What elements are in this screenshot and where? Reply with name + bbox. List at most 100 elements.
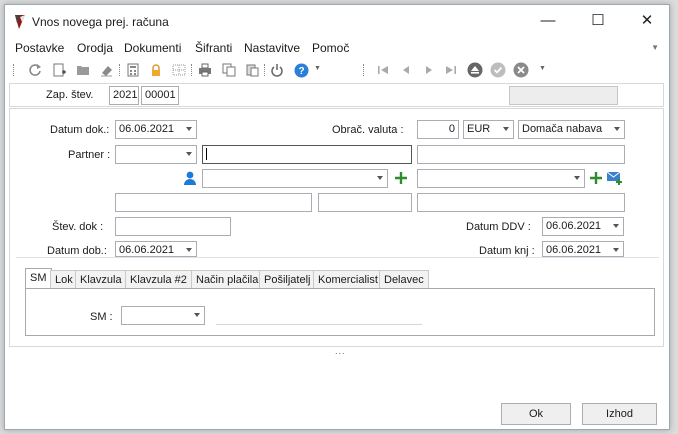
help-glyph: ? — [298, 66, 304, 77]
add-contact-icon[interactable] — [394, 171, 408, 185]
dialog-window: Vnos novega prej. računa — ☐ ✕ Postavke … — [4, 4, 670, 430]
tab-nacin-placila[interactable]: Način plačila — [191, 270, 264, 290]
menu-bar: Postavke Orodja Dokumenti Šifranti Nasta… — [5, 39, 669, 57]
menu-postavke[interactable]: Postavke — [15, 41, 64, 55]
email-add-icon[interactable] — [606, 170, 624, 186]
next-record-icon[interactable] — [421, 62, 437, 78]
partner-address-field[interactable] — [417, 145, 625, 164]
cancel-icon[interactable] — [513, 62, 529, 78]
secondary-select[interactable] — [417, 169, 585, 188]
refresh-icon[interactable] — [27, 62, 43, 78]
menu-dokumenti[interactable]: Dokumenti — [124, 41, 181, 55]
year-field[interactable]: 2021 — [109, 86, 139, 105]
sm-select[interactable] — [121, 306, 205, 325]
datum-dok-field[interactable]: 06.06.2021 — [115, 120, 197, 139]
datum-dok-value: 06.06.2021 — [119, 123, 175, 135]
partner-code-select[interactable] — [115, 145, 197, 164]
chevron-down-icon[interactable] — [186, 127, 192, 131]
tab-sm[interactable]: SM — [25, 268, 52, 290]
person-icon[interactable] — [182, 170, 198, 186]
add-secondary-icon[interactable] — [589, 171, 603, 185]
power-icon[interactable] — [269, 62, 285, 78]
toolbar-dropdown-icon[interactable]: ▼ — [539, 65, 546, 72]
header-panel: Zap. štev. 2021 00001 — [9, 83, 664, 107]
close-button[interactable]: ✕ — [633, 11, 661, 33]
tab-content-sm: SM : — [25, 288, 655, 336]
maximize-button[interactable]: ☐ — [584, 11, 612, 33]
chevron-down-icon[interactable] — [186, 152, 192, 156]
new-document-icon[interactable] — [51, 62, 67, 78]
eject-icon[interactable] — [467, 62, 483, 78]
partner-label: Partner : — [68, 149, 111, 161]
open-folder-icon[interactable] — [75, 62, 91, 78]
menu-overflow-icon[interactable]: ▼ — [651, 43, 659, 52]
datum-ddv-label: Datum DDV : — [466, 221, 531, 233]
rate-field[interactable]: 0 — [417, 120, 459, 139]
datum-ddv-value: 06.06.2021 — [546, 220, 602, 232]
tab-klavzula-2[interactable]: Klavzula #2 — [125, 270, 192, 290]
copy-icon[interactable] — [221, 62, 237, 78]
currency-select[interactable]: EUR — [463, 120, 514, 139]
lock-icon[interactable] — [148, 62, 164, 78]
sm-description-line — [216, 324, 422, 325]
menu-orodja[interactable]: Orodja — [77, 41, 113, 55]
previous-record-icon[interactable] — [398, 62, 414, 78]
chevron-down-icon[interactable] — [613, 224, 619, 228]
nabava-value: Domača nabava — [522, 123, 603, 135]
stev-dok-label: Štev. dok : — [52, 221, 104, 233]
chevron-down-icon[interactable] — [194, 313, 200, 317]
datum-dob-field[interactable]: 06.06.2021 — [115, 241, 197, 257]
title-bar: Vnos novega prej. računa — ☐ ✕ — [5, 5, 669, 37]
print-icon[interactable] — [197, 62, 213, 78]
menu-nastavitve[interactable]: Nastavitve — [244, 41, 300, 55]
ok-button[interactable]: Ok — [501, 403, 571, 425]
number-field[interactable]: 00001 — [141, 86, 179, 105]
tab-klavzula[interactable]: Klavzula — [75, 270, 127, 290]
obrac-valuta-label: Obrač. valuta : — [332, 124, 404, 136]
datum-ddv-field[interactable]: 06.06.2021 — [542, 217, 624, 236]
chevron-down-icon[interactable] — [574, 176, 580, 180]
address-line-field[interactable] — [115, 193, 312, 212]
toolbar-grip — [363, 64, 365, 76]
last-record-icon[interactable] — [443, 62, 459, 78]
menu-sifranti[interactable]: Šifranti — [195, 41, 232, 55]
contact-select[interactable] — [202, 169, 388, 188]
splitter-handle[interactable]: ... — [335, 346, 346, 356]
postal-field[interactable] — [318, 193, 412, 212]
chevron-down-icon[interactable] — [186, 248, 192, 252]
toolbar-separator — [119, 64, 121, 76]
datum-dob-label: Datum dob.: — [47, 245, 107, 257]
zap-stev-label: Zap. štev. — [46, 89, 94, 101]
toolbar-grip — [13, 64, 15, 76]
grid-icon[interactable] — [171, 62, 187, 78]
paste-icon[interactable] — [244, 62, 260, 78]
chevron-down-icon[interactable] — [503, 127, 509, 131]
datum-dok-label: Datum dok.: — [50, 124, 110, 136]
exit-button[interactable]: Izhod — [582, 403, 657, 425]
tab-komercialist[interactable]: Komercialist — [313, 270, 383, 290]
calculator-icon[interactable] — [125, 62, 141, 78]
minimize-button[interactable]: — — [534, 11, 562, 33]
toolbar: ? ▼ ▼ — [5, 59, 669, 81]
confirm-icon[interactable] — [490, 62, 506, 78]
first-record-icon[interactable] — [375, 62, 391, 78]
toolbar-separator — [264, 64, 266, 76]
menu-pomoc[interactable]: Pomoč — [312, 41, 349, 55]
eraser-icon[interactable] — [99, 62, 115, 78]
nabava-select[interactable]: Domača nabava — [518, 120, 625, 139]
city-field[interactable] — [417, 193, 625, 212]
datum-knj-label: Datum knj : — [479, 245, 535, 257]
tab-delavec[interactable]: Delavec — [379, 270, 429, 290]
help-icon[interactable]: ? — [293, 62, 309, 78]
chevron-down-icon[interactable] — [613, 248, 619, 252]
currency-value: EUR — [467, 123, 491, 135]
tab-posiljatelj[interactable]: Pošiljatelj — [259, 270, 316, 290]
toolbar-dropdown-icon[interactable]: ▼ — [314, 65, 321, 72]
sm-label: SM : — [90, 311, 113, 323]
datum-knj-field[interactable]: 06.06.2021 — [542, 241, 624, 257]
partner-name-field[interactable] — [202, 145, 412, 164]
stev-dok-field[interactable] — [115, 217, 231, 236]
chevron-down-icon[interactable] — [614, 127, 620, 131]
chevron-down-icon[interactable] — [377, 176, 383, 180]
tab-lok[interactable]: Lok — [50, 270, 78, 290]
